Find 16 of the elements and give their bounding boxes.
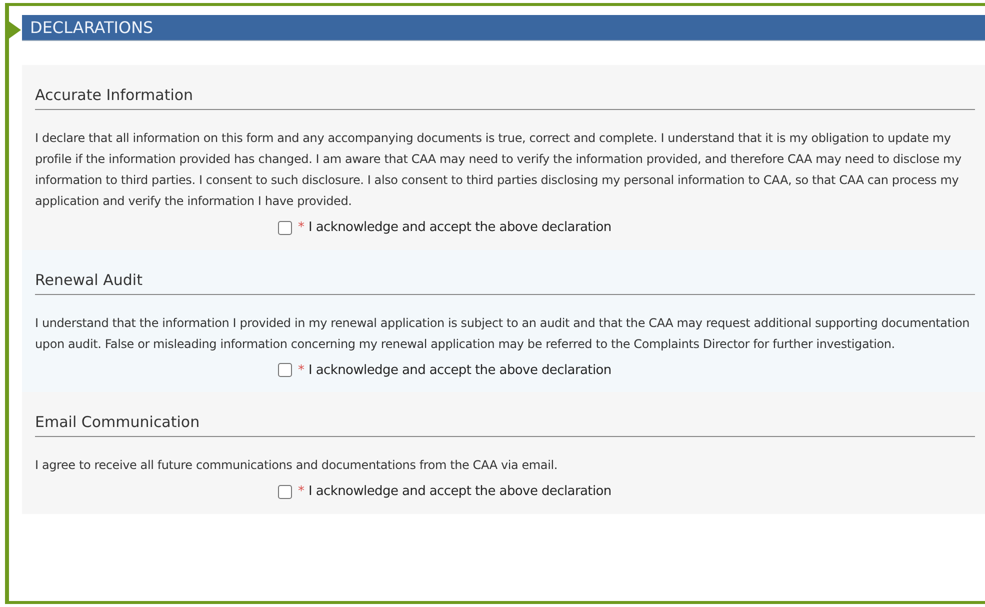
- checkbox-label: I acknowledge and accept the above declaration: [308, 483, 612, 501]
- required-mark: *: [298, 219, 304, 237]
- checkbox[interactable]: [278, 363, 292, 378]
- checkbox-label: I acknowledge and accept the above declaration: [308, 219, 612, 237]
- required-mark: *: [298, 483, 304, 501]
- section-heading: Renewal Audit: [35, 270, 142, 288]
- declaration-text: I declare that all information on this form and any accompanying documents is true, correct and complete. I understand that it is my obligation to update my profile if the information provided has changed. I am aware that CAA may need to verify the information provided, and therefore CAA may need to disclose my information to third parties. I consent to such disclosure. I also consent to third parties disclosing my personal information to CAA, so that CAA can process my application and verify the information I have provided.: [35, 130, 962, 210]
- required-mark: *: [298, 362, 304, 380]
- header-title: DECLARATIONS: [30, 20, 154, 36]
- section-heading: Email Communication: [35, 413, 200, 431]
- checkbox-label: I acknowledge and accept the above declaration: [308, 362, 612, 380]
- declaration-text: I understand that the information I provided in my renewal application is subject to an audit and that the CAA may request additional supporting documentation upon audit. False or misleading information concerning my renewal application may be referred to the Complaints Director for further investigation.: [35, 314, 970, 352]
- declaration-text: I agree to receive all future communications and documentations from the CAA via email.: [35, 457, 558, 474]
- section-heading: Accurate Information: [35, 86, 194, 104]
- checkbox[interactable]: [278, 220, 292, 235]
- checkbox[interactable]: [278, 484, 292, 499]
